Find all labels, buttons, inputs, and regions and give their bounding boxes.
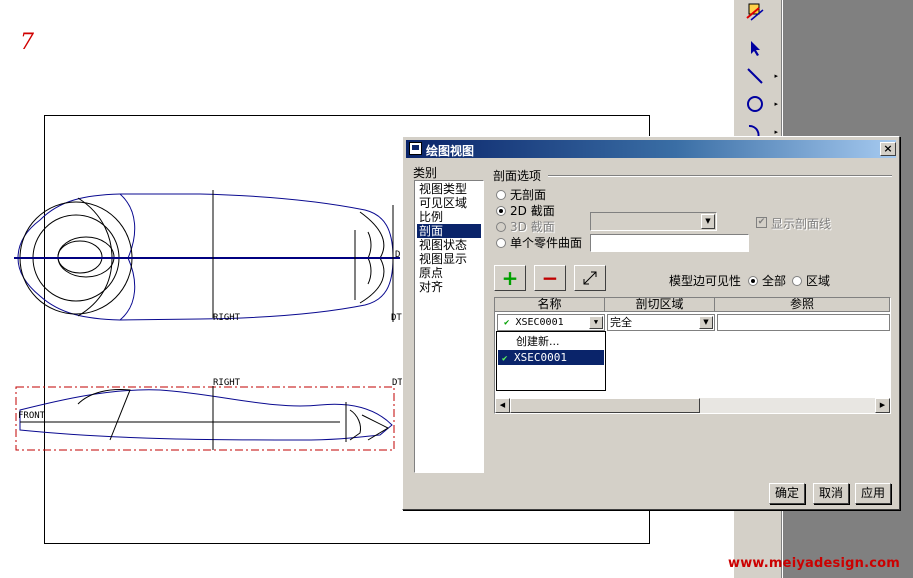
model-edge-visibility-label: 模型边可见性 xyxy=(669,274,742,288)
flip-arrow-icon xyxy=(583,271,597,285)
check-icon: ✔ xyxy=(502,354,508,364)
drawing-view-dialog: 绘图视图 × 类别 视图类型 可见区域 比例 剖面 视图状态 视图显示 原点 对… xyxy=(402,136,900,510)
category-item[interactable]: 原点 xyxy=(417,266,445,280)
view-label-dt-top: DT xyxy=(391,313,402,323)
ok-button[interactable]: 确定 xyxy=(769,483,805,504)
category-item[interactable]: 对齐 xyxy=(417,280,445,294)
dialog-title: 绘图视图 xyxy=(426,144,475,158)
category-item[interactable]: 视图状态 xyxy=(417,238,469,252)
line-icon[interactable]: ▸ xyxy=(738,64,778,88)
circle-icon[interactable]: ▸ xyxy=(738,92,778,116)
category-item[interactable]: 视图类型 xyxy=(417,182,469,196)
horizontal-scrollbar[interactable]: ◀ ▶ xyxy=(495,398,890,413)
cancel-button[interactable]: 取消 xyxy=(813,483,849,504)
group-divider xyxy=(548,175,892,177)
radio-2d-section[interactable] xyxy=(496,206,506,216)
surface-input[interactable] xyxy=(590,234,749,252)
category-item[interactable]: 视图显示 xyxy=(417,252,469,266)
add-section-button[interactable]: + xyxy=(494,265,526,291)
minus-icon: − xyxy=(541,266,559,290)
chevron-down-icon[interactable]: ▼ xyxy=(589,316,603,329)
chevron-down-icon: ▼ xyxy=(701,214,715,229)
column-header-cut-area[interactable]: 剖切区域 xyxy=(605,298,715,312)
watermark: www.meiyadesign.com xyxy=(728,556,901,571)
apply-button[interactable]: 应用 xyxy=(855,483,891,504)
view-label-d: D xyxy=(395,250,401,260)
dialog-titlebar[interactable]: 绘图视图 × xyxy=(406,140,896,158)
radio-no-section-label: 无剖面 xyxy=(510,188,547,202)
radio-single-part-surface[interactable] xyxy=(496,238,506,248)
category-item[interactable]: 可见区域 xyxy=(417,196,469,210)
section-options-label: 剖面选项 xyxy=(493,169,542,183)
section-select: ▼ xyxy=(590,212,717,231)
dropdown-create-new[interactable]: 创建新... xyxy=(498,334,604,349)
radio-edge-all-label: 全部 xyxy=(762,274,787,288)
category-item-selected[interactable]: 剖面 xyxy=(417,224,481,238)
view-label-front: FRONT xyxy=(18,411,46,421)
show-hatch-checkbox: ✔ xyxy=(756,217,767,228)
dropdown-item-xsec[interactable]: ✔ XSEC0001 xyxy=(498,350,604,365)
remove-section-button[interactable]: − xyxy=(534,265,566,291)
close-button[interactable]: × xyxy=(880,142,896,156)
row-cut-area-value: 完全 xyxy=(610,316,632,329)
row-name-value: XSEC0001 xyxy=(515,317,564,328)
radio-no-section[interactable] xyxy=(496,190,506,200)
dropdown-item-label: XSEC0001 xyxy=(514,351,568,364)
check-icon: ✔ xyxy=(504,318,510,328)
window-icon xyxy=(409,142,422,155)
select-arrow-icon[interactable] xyxy=(738,36,772,60)
top-view xyxy=(14,190,400,322)
scroll-thumb[interactable] xyxy=(510,398,700,413)
radio-2d-section-label: 2D 截面 xyxy=(510,204,555,218)
sketch-icon[interactable] xyxy=(738,0,772,24)
category-label: 类别 xyxy=(413,166,438,180)
plus-icon: + xyxy=(501,266,519,290)
row-cut-area-combo[interactable]: 完全 ▼ xyxy=(607,314,715,331)
category-item[interactable]: 比例 xyxy=(417,210,445,224)
show-hatch-label: 显示剖面线 xyxy=(771,217,832,231)
radio-single-part-surface-label: 单个零件曲面 xyxy=(510,236,583,250)
row-reference-field[interactable] xyxy=(717,314,890,331)
front-view xyxy=(15,386,395,451)
name-dropdown-list[interactable]: 创建新... ✔ XSEC0001 xyxy=(496,331,606,391)
column-header-name[interactable]: 名称 xyxy=(495,298,605,312)
radio-edge-area-label: 区域 xyxy=(806,274,831,288)
scroll-left-icon[interactable]: ◀ xyxy=(495,398,510,413)
radio-edge-all[interactable] xyxy=(748,276,758,286)
radio-3d-section xyxy=(496,222,506,232)
row-name-combo[interactable]: ✔ XSEC0001 ▼ xyxy=(497,314,605,331)
radio-edge-area[interactable] xyxy=(792,276,802,286)
scroll-right-icon[interactable]: ▶ xyxy=(875,398,890,413)
view-label-right-bottom: RIGHT xyxy=(213,378,241,388)
radio-3d-section-label: 3D 截面 xyxy=(510,220,555,234)
view-label-right-top: RIGHT xyxy=(213,313,241,323)
column-header-reference[interactable]: 参照 xyxy=(715,298,890,312)
flip-section-button[interactable] xyxy=(574,265,606,291)
category-list[interactable]: 视图类型 可见区域 比例 剖面 视图状态 视图显示 原点 对齐 xyxy=(414,180,484,473)
chevron-down-icon[interactable]: ▼ xyxy=(699,316,713,329)
